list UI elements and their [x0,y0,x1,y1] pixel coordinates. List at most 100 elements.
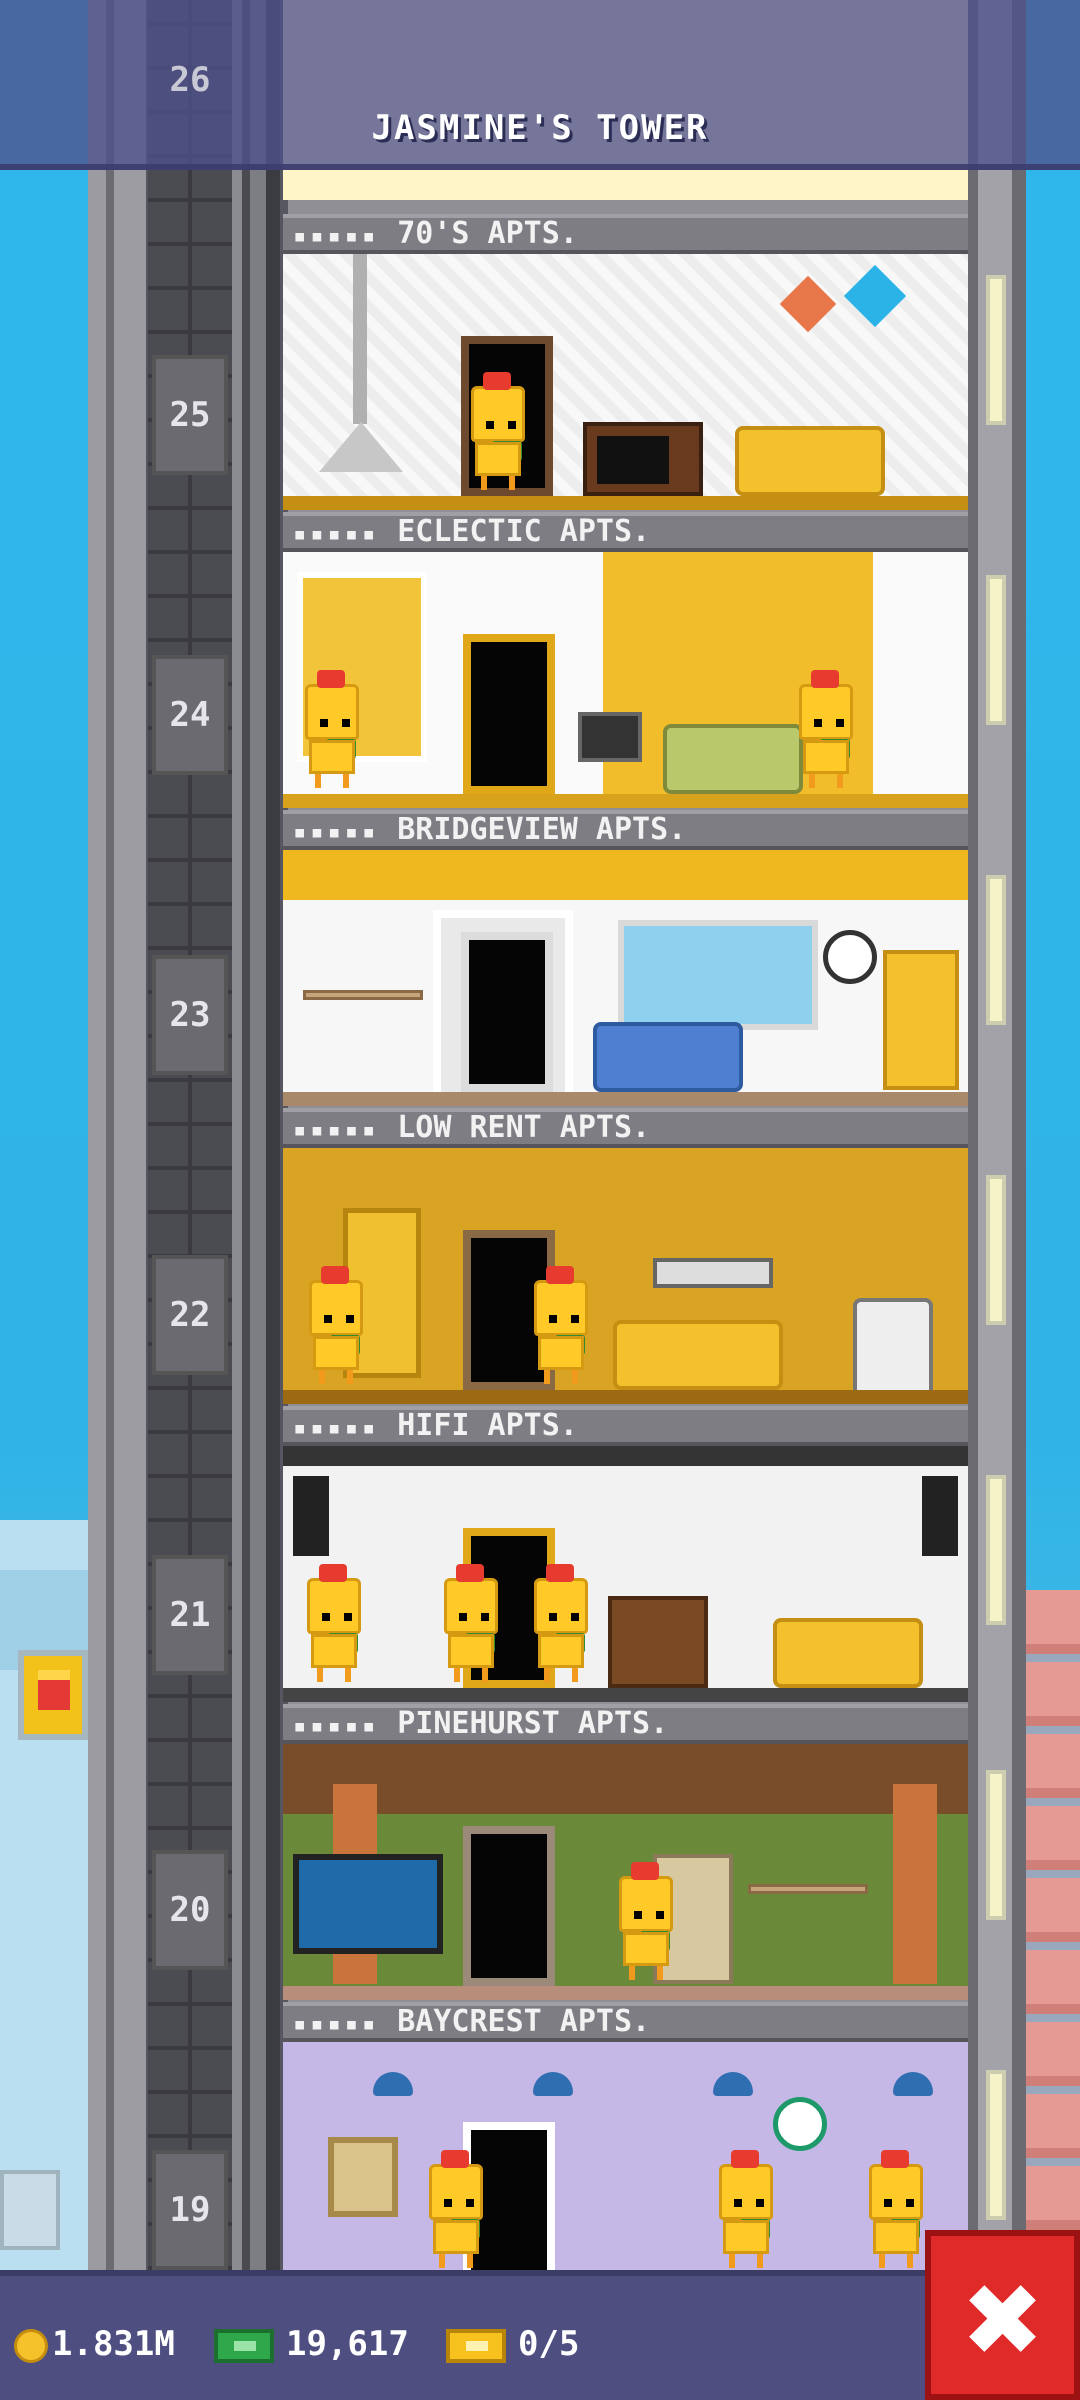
spotlight-rail [283,1446,968,1466]
bux-stat[interactable]: 19,617 [214,2322,409,2366]
apartment-door[interactable] [463,634,555,794]
apartment-door[interactable] [461,932,553,1092]
tower-window [986,1475,1006,1625]
floor-name: PINEHURST APTS. [397,1706,669,1741]
currency-bar: 1.831M 19,617 0/5 [0,2270,925,2400]
room-floor [283,794,968,808]
apartment-door[interactable] [463,1826,555,1986]
ceiling-lamp-icon [533,2072,573,2096]
room-floor [283,1688,968,1702]
tower-window [986,1175,1006,1325]
sofa-icon [773,1618,923,1688]
bitizen-chicken[interactable] [303,1266,369,1386]
tickets-stat[interactable]: 0/5 [446,2322,579,2366]
ceiling-lamp-icon [893,2072,933,2096]
floor-name: ECLECTIC APTS. [397,514,651,549]
bitizen-chicken[interactable] [301,1564,367,1684]
floor-number-26: 26 [169,60,211,100]
ceiling-lamp-icon [373,2072,413,2096]
close-button[interactable]: ✖ [925,2230,1080,2400]
tower-window [986,2070,1006,2220]
tower-window [986,875,1006,1025]
bitizen-chicken[interactable] [423,2150,489,2270]
floor-label-22[interactable]: ▪▪▪▪▪ LOW RENT APTS. [283,1108,968,1148]
floor-number-23: 23 [152,955,228,1075]
floor-25-room[interactable] [283,254,968,510]
floor-label-24[interactable]: ▪▪▪▪▪ ECLECTIC APTS. [283,512,968,552]
floor-number-24: 24 [152,655,228,775]
wood-trim [283,1744,968,1814]
dining-table-icon [303,990,423,1000]
floor-23-room[interactable] [283,850,968,1106]
bitizen-chicken[interactable] [438,1564,504,1684]
floor-name: BAYCREST APTS. [397,2004,651,2039]
tv-icon [583,422,703,496]
fries-icon [38,1670,70,1710]
fridge-icon [883,950,959,1090]
wall-trim [283,850,968,900]
tower-name-title[interactable]: JASMINE'S TOWER [0,108,1080,148]
coin-icon [14,2328,48,2363]
bitizen-chicken[interactable] [863,2150,929,2270]
room-floor [283,1390,968,1404]
fireplace-hood [353,254,367,424]
floor-label-25[interactable]: ▪▪▪▪▪ 70'S APTS. [283,214,968,254]
tower-header: 26 JASMINE'S TOWER [0,0,1080,170]
clock-icon [773,2097,827,2151]
room-floor [283,1986,968,2000]
floor-stars: ▪▪▪▪▪ [293,224,380,249]
wall-light-icon [653,1258,773,1288]
floor-label-19[interactable]: ▪▪▪▪▪ BAYCREST APTS. [283,2002,968,2042]
speaker-icon [293,1476,329,1556]
bitizen-chicken[interactable] [465,372,531,492]
bitizen-chicken[interactable] [713,2150,779,2270]
floor-number-22: 22 [152,1255,228,1375]
floor-21-room[interactable] [283,1446,968,1702]
aquarium-icon [293,1854,443,1954]
floor-20-room[interactable] [283,1744,968,2000]
robot-icon [853,1298,933,1398]
coins-stat[interactable]: 1.831M [14,2322,175,2366]
floor-number-21: 21 [152,1555,228,1675]
floor-stars: ▪▪▪▪▪ [293,2012,380,2037]
ceiling-lamp-icon [713,2072,753,2096]
tickets-value: 0/5 [518,2324,580,2364]
floor-stars: ▪▪▪▪▪ [293,522,380,547]
room-floor [283,1092,968,1106]
dining-table-icon [748,1884,868,1894]
record-shelf-icon [608,1596,708,1688]
floor-19-room[interactable] [283,2042,968,2270]
flower-painting [328,2137,398,2217]
close-icon: ✖ [960,2262,1045,2379]
room-floor [283,496,968,510]
pillar [893,1784,937,1984]
sofa-icon [593,1022,743,1092]
tower-window [986,1770,1006,1920]
background-window [0,2170,60,2250]
bitizen-chicken[interactable] [299,670,365,790]
floor-label-20[interactable]: ▪▪▪▪▪ PINEHURST APTS. [283,1704,968,1744]
bitizen-chicken[interactable] [528,1266,594,1386]
bitizen-chicken[interactable] [528,1564,594,1684]
bux-icon [214,2328,274,2363]
floor-label-23[interactable]: ▪▪▪▪▪ BRIDGEVIEW APTS. [283,810,968,850]
sofa-icon [735,426,885,496]
floor-label-21[interactable]: ▪▪▪▪▪ HIFI APTS. [283,1406,968,1446]
floor-stars: ▪▪▪▪▪ [293,1416,380,1441]
bitizen-chicken[interactable] [613,1862,679,1982]
elevator-rail [232,0,280,2270]
sofa-icon [663,724,803,794]
tv-icon [578,712,642,762]
floor-24-room[interactable] [283,552,968,808]
tower-window [986,275,1006,425]
floor-name: HIFI APTS. [397,1408,578,1443]
speaker-icon [922,1476,958,1556]
bux-value: 19,617 [286,2324,409,2364]
bitizen-chicken[interactable] [793,670,859,790]
floor-number-25: 25 [152,355,228,475]
fries-billboard [18,1650,88,1740]
ticket-icon [446,2328,506,2363]
floor-22-room[interactable] [283,1148,968,1404]
floor-stars: ▪▪▪▪▪ [293,820,380,845]
window-icon [618,920,818,1030]
